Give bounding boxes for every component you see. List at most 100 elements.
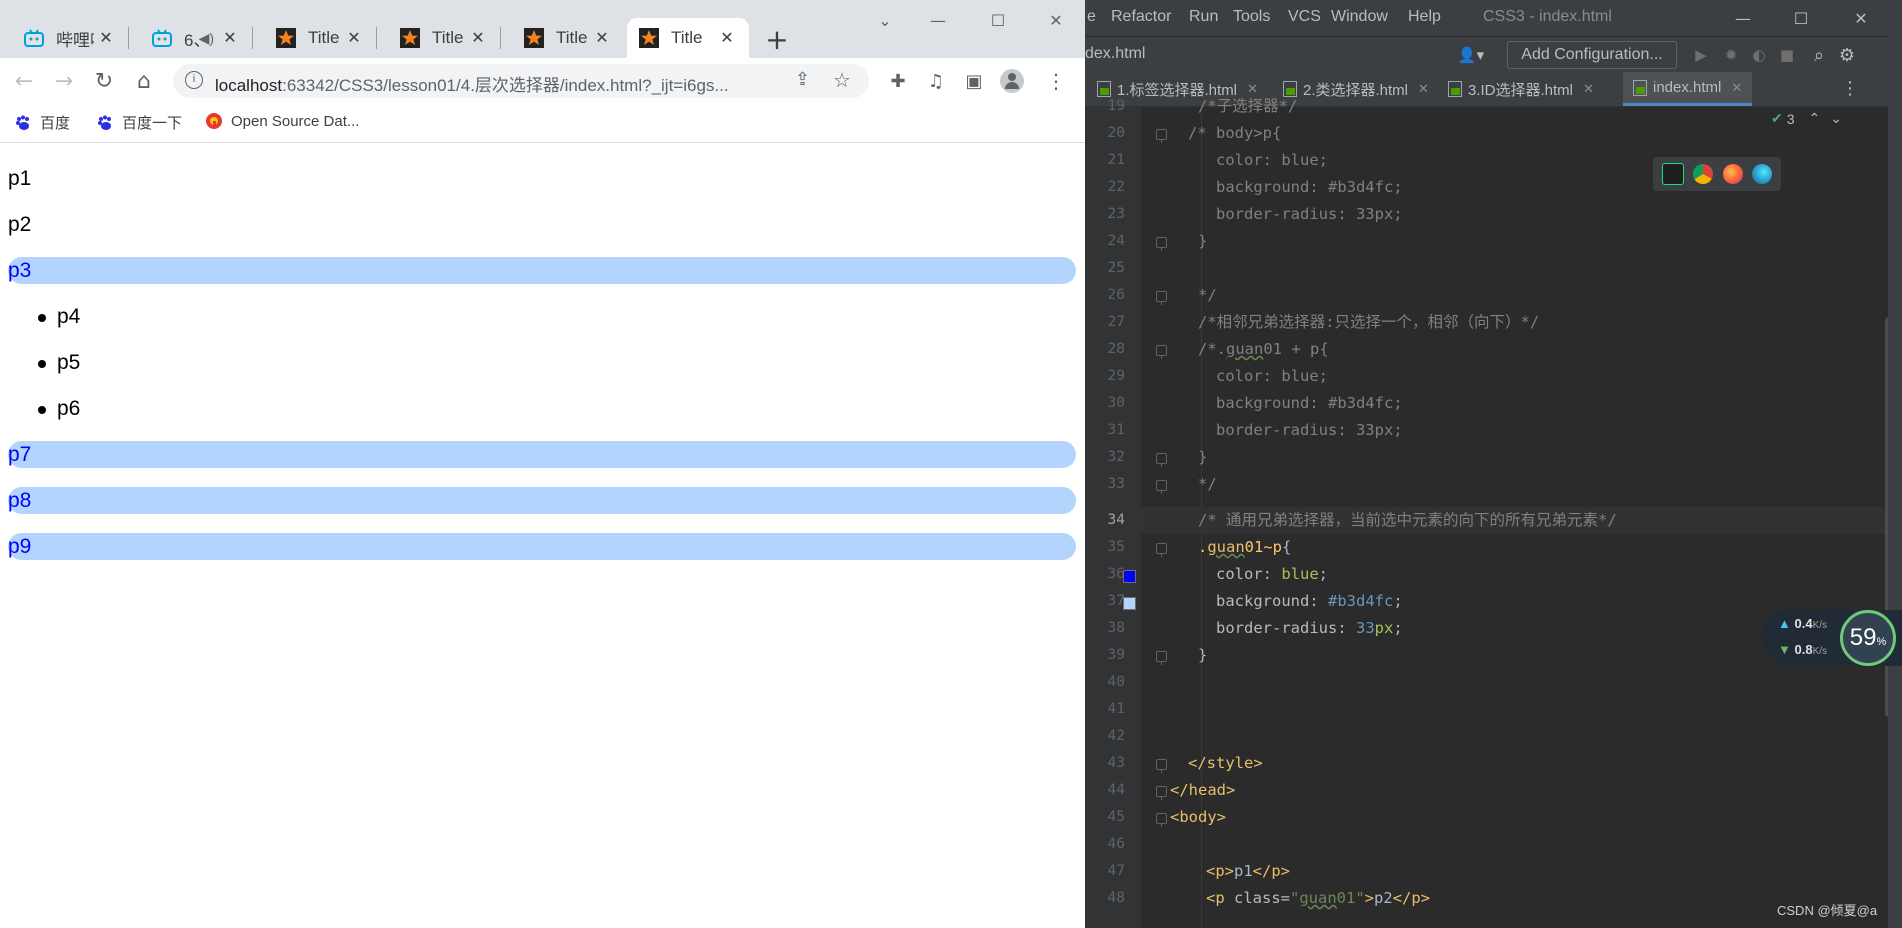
close-icon[interactable]: ✕ (218, 26, 242, 50)
close-icon[interactable]: ✕ (1731, 80, 1742, 96)
new-tab-button[interactable]: + (762, 23, 792, 56)
share-icon[interactable]: ⇪ (795, 69, 810, 90)
ide-window: e Refactor Run Tools VCS Window Help CSS… (1085, 0, 1902, 928)
tab-bilibili-1[interactable]: 哔哩哔 ✕ (0, 18, 128, 58)
html-file-icon (1448, 81, 1462, 97)
extensions-icon[interactable]: ✚ (882, 65, 914, 97)
bookmark-open-source[interactable]: Open Source Dat... (205, 112, 359, 130)
menu-edit[interactable]: e (1087, 8, 1096, 26)
color-swatch-blue[interactable] (1123, 570, 1136, 583)
add-configuration-button[interactable]: Add Configuration... (1507, 41, 1677, 69)
bookmark-baidu[interactable]: 百度 (14, 112, 70, 133)
tab-title-3[interactable]: Title ✕ (500, 18, 624, 58)
line-number: 34 (1107, 512, 1125, 528)
close-icon[interactable]: ✕ (466, 26, 490, 50)
upload-value: 0.4 (1794, 616, 1813, 631)
menu-run[interactable]: Run (1189, 8, 1218, 26)
maximize-icon[interactable]: ☐ (978, 6, 1018, 34)
url-path: :63342/CSS3/lesson01/4.层次选择器/index.html?… (282, 76, 729, 95)
menu-help[interactable]: Help (1408, 8, 1441, 26)
address-bar[interactable]: i localhost:63342/CSS3/lesson01/4.层次选择器/… (173, 64, 869, 98)
run-icon[interactable]: ▶ (1691, 45, 1711, 65)
fold-marker-icon[interactable] (1156, 543, 1167, 557)
inspection-widget[interactable]: ✔ 3 ⌃ ⌄ (1771, 110, 1842, 127)
editor-tab-active[interactable]: index.html ✕ (1623, 72, 1753, 106)
media-control-icon[interactable]: ♫ (920, 65, 952, 97)
search-icon[interactable]: ⌕ (1809, 45, 1829, 66)
editor-tab-2[interactable]: 2.类选择器.html ✕ (1283, 72, 1429, 106)
minimize-icon[interactable]: — (1723, 6, 1763, 30)
side-panel-icon[interactable]: ▣ (958, 65, 990, 97)
settings-gear-icon[interactable]: ⚙ (1837, 45, 1857, 66)
code-line: color: blue; (1216, 367, 1328, 385)
tab-menu-kebab-icon[interactable]: ⋮ (1841, 78, 1859, 99)
profile-avatar-icon[interactable] (996, 65, 1028, 97)
page-content: p1 p2 p3 p4 p5 p6 p7 p8 p9 (0, 143, 1085, 928)
menu-tools[interactable]: Tools (1233, 8, 1270, 26)
close-icon[interactable]: ✕ (342, 26, 366, 50)
code-editor[interactable]: 19 20 21 22 23 24 25 26 27 28 29 30 31 3… (1085, 97, 1902, 928)
tab-title-active[interactable]: Title ✕ (627, 18, 749, 58)
edge-icon[interactable] (1752, 164, 1773, 184)
editor-tab-3[interactable]: 3.ID选择器.html ✕ (1448, 72, 1594, 106)
line-number: 48 (1107, 890, 1125, 906)
breadcrumb[interactable]: dex.html (1085, 45, 1145, 63)
home-icon[interactable]: ⌂ (128, 65, 160, 97)
tab-search-icon[interactable]: ⌄ (865, 6, 905, 34)
fold-marker-icon[interactable] (1156, 480, 1167, 494)
debug-icon[interactable]: ✹ (1721, 45, 1741, 65)
unit-label: K/s (1812, 620, 1828, 631)
tab-bilibili-2[interactable]: 6、 ◀) ✕ (128, 18, 252, 58)
tab-title-2[interactable]: Title ✕ (376, 18, 500, 58)
color-swatch-b3d4fc[interactable] (1123, 597, 1136, 610)
back-icon[interactable]: ← (8, 65, 40, 97)
close-icon[interactable]: ✕ (1583, 81, 1594, 97)
info-icon[interactable]: i (185, 71, 203, 89)
bookmark-baidu-yixia[interactable]: 百度一下 (96, 112, 182, 133)
menu-refactor[interactable]: Refactor (1111, 8, 1171, 26)
line-number: 39 (1107, 647, 1125, 663)
coverage-icon[interactable]: ◐ (1749, 45, 1769, 65)
chevron-up-icon[interactable]: ⌃ (1809, 110, 1821, 127)
line-number: 28 (1107, 341, 1125, 357)
chevron-down-icon[interactable]: ⌄ (1830, 110, 1842, 127)
fold-marker-icon[interactable] (1156, 651, 1167, 665)
close-window-icon[interactable]: ✕ (1036, 6, 1076, 34)
tab-title-1[interactable]: Title ✕ (252, 18, 376, 58)
baidu-icon (96, 114, 114, 132)
fold-marker-icon[interactable] (1156, 453, 1167, 467)
fold-marker-icon[interactable] (1156, 237, 1167, 251)
fold-marker-icon[interactable] (1156, 291, 1167, 305)
webstorm-browser-icon[interactable] (1661, 163, 1684, 185)
menu-vcs[interactable]: VCS (1288, 8, 1321, 26)
fold-marker-icon[interactable] (1156, 786, 1167, 800)
close-icon[interactable]: ✕ (94, 26, 118, 50)
forward-icon[interactable]: → (48, 65, 80, 97)
url-text: localhost:63342/CSS3/lesson01/4.层次选择器/in… (215, 71, 729, 96)
line-number: 35 (1107, 539, 1125, 555)
line-number: 25 (1107, 260, 1125, 276)
close-window-icon[interactable]: ✕ (1841, 6, 1881, 30)
firefox-icon[interactable] (1722, 164, 1743, 184)
close-icon[interactable]: ✕ (715, 26, 739, 50)
maximize-icon[interactable]: ☐ (1781, 6, 1821, 30)
fold-marker-icon[interactable] (1156, 345, 1167, 359)
code-line: border-radius: 33px; (1216, 205, 1403, 223)
download-speed: ▼ 0.8K/s (1778, 642, 1827, 657)
menu-kebab-icon[interactable]: ⋮ (1040, 65, 1072, 97)
stop-icon[interactable]: ■ (1777, 45, 1797, 65)
minimize-icon[interactable]: — (918, 6, 958, 34)
bookmark-star-icon[interactable]: ☆ (833, 68, 851, 92)
close-icon[interactable]: ✕ (1418, 81, 1429, 97)
user-icon[interactable]: 👤▾ (1453, 45, 1489, 65)
cpu-gauge[interactable]: 59% (1840, 610, 1896, 666)
close-icon[interactable]: ✕ (590, 26, 614, 50)
fold-marker-icon[interactable] (1156, 759, 1167, 773)
speaker-icon[interactable]: ◀) (199, 30, 214, 47)
menu-window[interactable]: Window (1331, 8, 1388, 26)
fold-marker-icon[interactable] (1156, 813, 1167, 827)
chrome-icon[interactable] (1693, 164, 1714, 184)
reload-icon[interactable]: ↻ (88, 65, 120, 97)
line-number: 45 (1107, 809, 1125, 825)
fold-marker-icon[interactable] (1156, 129, 1167, 143)
